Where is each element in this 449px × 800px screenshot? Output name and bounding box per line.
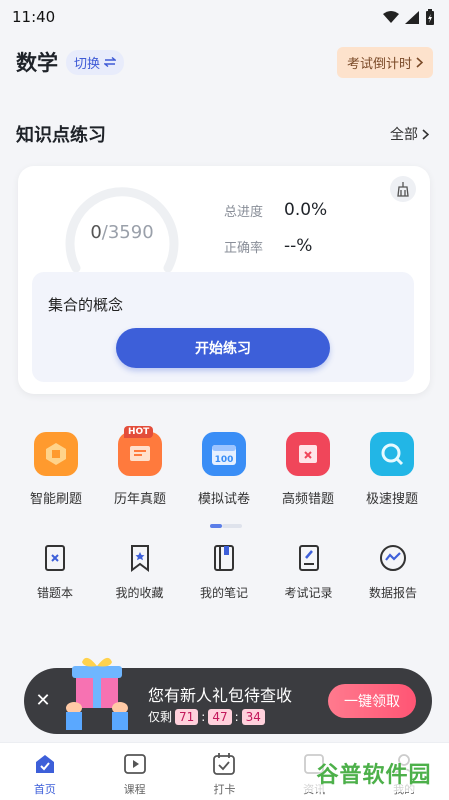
course-icon — [123, 754, 146, 774]
countdown-separator: : — [234, 709, 239, 724]
total-progress-row: 总进度 0.0% — [224, 200, 327, 220]
exam-record-icon — [298, 545, 319, 571]
knowledge-practice-header: 知识点练习 全部 — [16, 120, 429, 148]
progress-card: 0/3590 总进度 0.0% 正确率 --% 集合的概念 开始练习 — [18, 166, 430, 394]
exam-countdown-button[interactable]: 考试倒计时 — [336, 46, 433, 78]
knowledge-point-name: 集合的概念 — [48, 296, 124, 314]
feature-label: 模拟试卷 — [197, 492, 250, 507]
feature-past-exams[interactable]: HOT 历年真题 — [98, 426, 182, 516]
total-progress-value: 0.0% — [284, 200, 328, 220]
swap-icon — [104, 57, 117, 67]
countdown-label: 考试倒计时 — [346, 56, 412, 72]
tab-checkin[interactable]: 打卡 — [189, 743, 259, 800]
mock-paper-icon: 100 — [202, 432, 246, 476]
checkin-icon — [213, 753, 236, 775]
progress-count: 0/3590 — [62, 222, 182, 243]
promo-title: 您有新人礼包待查收 — [148, 686, 293, 705]
tab-label: 课程 — [123, 783, 146, 796]
start-practice-button[interactable]: 开始练习 — [116, 328, 330, 368]
feature-label: 智能刷题 — [29, 492, 82, 507]
tool-label: 我的笔记 — [199, 586, 248, 600]
header: 数学 切换 考试倒计时 — [16, 46, 433, 78]
tool-label: 错题本 — [36, 586, 73, 600]
tab-label: 首页 — [33, 783, 56, 796]
claim-gift-button[interactable]: 一键领取 — [328, 684, 416, 718]
quick-search-icon — [370, 432, 414, 476]
favorites-icon — [130, 545, 149, 572]
svg-text:100: 100 — [215, 455, 234, 465]
accuracy-value: --% — [284, 236, 313, 256]
feature-quick-search[interactable]: 极速搜题 — [350, 432, 434, 516]
data-report-icon — [380, 545, 406, 571]
signal-icon — [405, 10, 419, 24]
view-all-link[interactable]: 全部 — [390, 124, 429, 144]
home-icon — [35, 755, 54, 773]
tool-favorites[interactable]: 我的收藏 — [101, 542, 179, 602]
gift-box-icon — [66, 657, 128, 730]
total-progress-label: 总进度 — [224, 204, 264, 220]
view-all-label: 全部 — [390, 127, 418, 143]
status-icons — [383, 9, 435, 25]
wifi-icon — [383, 10, 399, 23]
tool-label: 数据报告 — [368, 586, 417, 600]
mistake-book-icon — [45, 545, 65, 571]
notes-icon — [214, 545, 234, 571]
subject-selector: 数学 切换 — [16, 47, 125, 77]
feature-frequent-mistakes[interactable]: 高频错题 — [266, 432, 350, 516]
status-bar: 11:40 — [0, 0, 449, 34]
tool-data-report[interactable]: 数据报告 — [354, 542, 432, 602]
switch-subject-button[interactable]: 切换 — [66, 49, 125, 75]
new-user-gift-banner: ✕ 您有新人礼包待查收 仅剩 71 : 47 : 34 一键领取 — [24, 657, 432, 734]
subject-title: 数学 — [16, 51, 58, 75]
feature-label: 高频错题 — [281, 492, 334, 507]
feature-label: 历年真题 — [113, 492, 166, 507]
page-indicator — [210, 524, 242, 528]
frequent-mistakes-icon — [286, 432, 330, 476]
page-dot — [222, 524, 242, 528]
past-exams-icon — [118, 432, 162, 476]
tab-home[interactable]: 首页 — [10, 743, 80, 800]
close-icon[interactable]: ✕ — [34, 690, 52, 711]
section-title: 知识点练习 — [16, 125, 106, 146]
tool-mistake-book[interactable]: 错题本 — [16, 542, 94, 602]
current-knowledge-point: 集合的概念 开始练习 — [32, 272, 414, 382]
tool-label: 我的收藏 — [115, 586, 164, 600]
smart-practice-icon — [34, 432, 78, 476]
countdown-minutes: 47 — [208, 708, 232, 725]
countdown-separator: : — [201, 709, 206, 724]
tool-notes[interactable]: 我的笔记 — [185, 542, 263, 602]
remaining-label: 仅剩 — [148, 710, 173, 724]
chevron-right-icon — [416, 56, 423, 68]
chevron-right-icon — [422, 128, 429, 140]
accuracy-label: 正确率 — [224, 240, 264, 256]
countdown-seconds: 34 — [241, 708, 265, 725]
battery-icon — [426, 9, 434, 25]
tool-label: 考试记录 — [284, 586, 333, 600]
countdown-hours: 71 — [175, 708, 199, 725]
tab-label: 打卡 — [213, 783, 236, 796]
page-dot-active — [210, 524, 222, 528]
accuracy-row: 正确率 --% — [224, 236, 312, 256]
broom-icon — [397, 182, 409, 197]
tools-row: 错题本 我的收藏 我的笔记 考试记录 数据报告 — [16, 542, 432, 602]
status-time: 11:40 — [12, 8, 56, 26]
switch-label: 切换 — [74, 56, 101, 72]
site-watermark: 谷普软件园 — [304, 754, 444, 792]
feature-mock-paper[interactable]: 100 模拟试卷 — [182, 432, 266, 516]
tab-course[interactable]: 课程 — [100, 743, 170, 800]
feature-label: 极速搜题 — [365, 492, 418, 507]
tool-exam-record[interactable]: 考试记录 — [270, 542, 348, 602]
feature-grid: 智能刷题 HOT 历年真题 100 模拟试卷 高频错题 极速搜题 — [14, 426, 434, 516]
progress-done: 0 — [90, 222, 102, 243]
clear-progress-button[interactable] — [390, 176, 416, 202]
hot-badge: HOT — [124, 426, 154, 438]
promo-countdown: 仅剩 71 : 47 : 34 — [148, 708, 265, 725]
feature-smart-practice[interactable]: 智能刷题 — [14, 432, 98, 516]
progress-total: /3590 — [101, 222, 154, 243]
